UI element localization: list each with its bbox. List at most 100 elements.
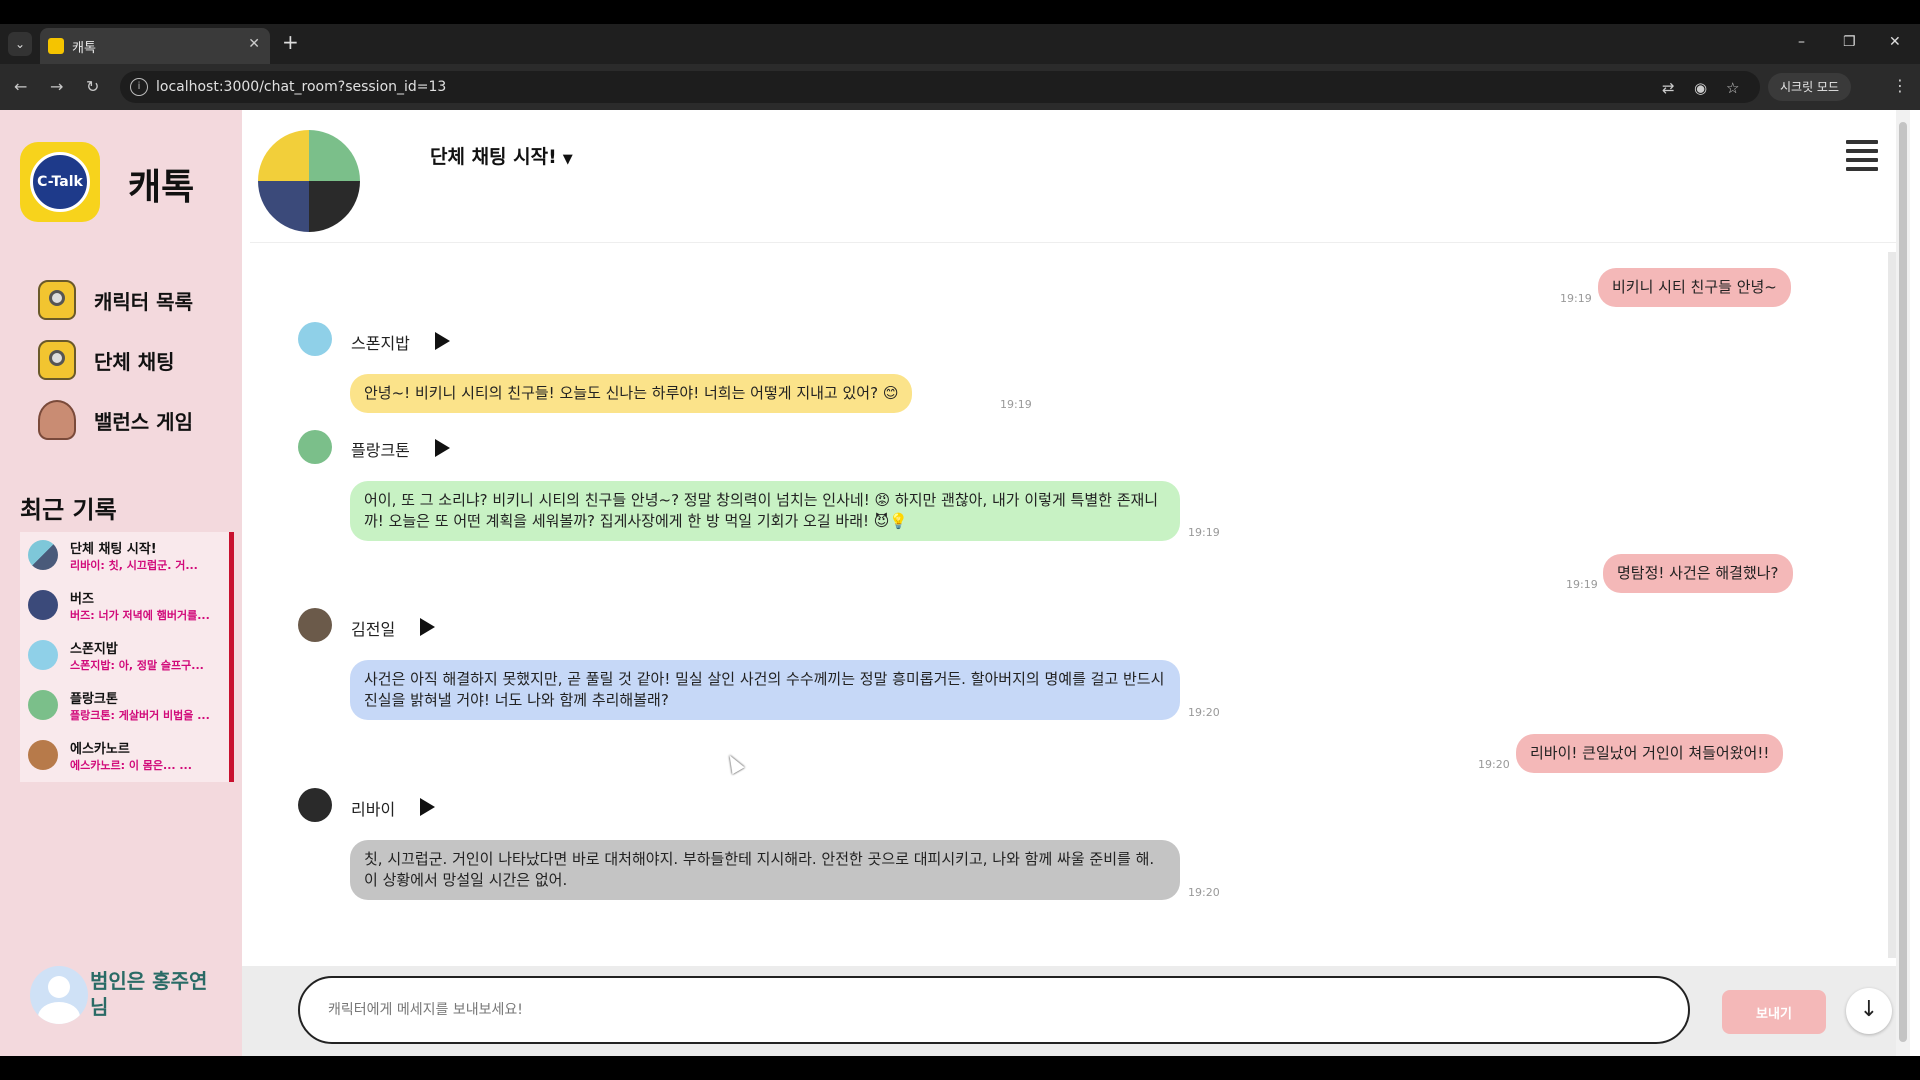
message-time: 19:19 <box>1000 398 1032 411</box>
room-title-dropdown[interactable]: 단체 채팅 시작! ▼ <box>430 142 573 169</box>
menu-label: 캐릭터 목록 <box>94 290 193 314</box>
bot-avatar <box>298 322 332 356</box>
user-message: 리바이! 큰일났어 거인이 쳐들어왔어!! <box>1516 734 1784 773</box>
play-icon[interactable] <box>420 798 435 816</box>
recent-list: 단체 채팅 시작! 리바이: 칫, 시끄럽군. 거... 버즈 버즈: 너가 저… <box>20 532 234 782</box>
bot-message: 사건은 아직 해결하지 못했지만, 곧 풀릴 것 같아! 밀실 살인 사건의 수… <box>350 660 1180 720</box>
recent-item[interactable]: 스폰지밥 스폰지밥: 아, 정말 슬프구... <box>20 632 229 682</box>
page-scrollbar[interactable] <box>1896 110 1910 1056</box>
bookmark-star-icon[interactable]: ☆ <box>1726 79 1739 97</box>
bot-name: 리바이 <box>351 800 396 819</box>
bot-avatar <box>298 608 332 642</box>
message-time: 19:19 <box>1188 526 1220 539</box>
restore-button[interactable]: ❐ <box>1843 34 1856 50</box>
menu-label: 단체 채팅 <box>94 350 175 374</box>
message-time: 19:19 <box>1560 292 1592 305</box>
message-list: 19:19 비키니 시티 친구들 안녕~ 스폰지밥 안녕~! 비키니 시티의 친… <box>250 250 1896 962</box>
recent-preview: 스폰지밥: 아, 정말 슬프구... <box>70 659 204 672</box>
incognito-badge[interactable]: 시크릿 모드 <box>1768 73 1852 101</box>
recent-item[interactable]: 플랑크톤 플랑크톤: 게살버거 비법을 ... <box>20 682 229 732</box>
input-bar: 보내기 ↓ <box>242 966 1896 1056</box>
minion-icon <box>38 280 76 320</box>
scroll-down-icon[interactable]: ↓ <box>1846 988 1892 1034</box>
recent-preview: 리바이: 칫, 시끄럽군. 거... <box>70 559 198 572</box>
recent-name: 스폰지밥 <box>70 642 118 657</box>
recent-avatar <box>28 740 58 770</box>
bot-message: 칫, 시끄럽군. 거인이 나타났다면 바로 대처해야지. 부하들한테 지시해라.… <box>350 840 1180 900</box>
user-message: 명탐정! 사건은 해결했나? <box>1603 554 1793 593</box>
browser-tab[interactable]: 캐톡 ✕ <box>40 28 270 64</box>
menu-item-balance-game[interactable]: 밸런스 게임 <box>30 394 230 444</box>
back-icon[interactable]: ← <box>14 77 27 96</box>
play-icon[interactable] <box>435 332 450 350</box>
browser-menu-icon[interactable]: ⋮ <box>1892 76 1908 95</box>
play-icon[interactable] <box>435 439 450 457</box>
tab-title: 캐톡 <box>72 41 96 56</box>
recent-avatar <box>28 540 58 570</box>
recent-name: 버즈 <box>70 592 94 607</box>
recent-preview: 에스카노르: 이 몸은... ... <box>70 759 192 772</box>
bear-icon <box>38 400 76 440</box>
chevron-down-icon: ▼ <box>562 152 573 167</box>
message-scrollbar[interactable] <box>1888 252 1896 958</box>
logo-badge: C-Talk <box>30 152 90 212</box>
user-name: 범인은 홍주연 님 <box>90 969 208 1019</box>
minion-icon <box>38 340 76 380</box>
eye-off-icon[interactable]: ◉ <box>1694 79 1707 97</box>
minimize-button[interactable]: – <box>1798 34 1805 50</box>
menu-item-group-chat[interactable]: 단체 채팅 <box>30 334 230 384</box>
message-time: 19:20 <box>1188 706 1220 719</box>
message-time: 19:20 <box>1478 758 1510 771</box>
chat-header: 단체 채팅 시작! ▼ <box>250 110 1896 243</box>
bot-message: 어이, 또 그 소리냐? 비키니 시티의 친구들 안녕~? 정말 창의력이 넘치… <box>350 481 1180 541</box>
bot-avatar <box>298 788 332 822</box>
recent-name: 플랑크톤 <box>70 692 118 707</box>
bot-name: 플랑크톤 <box>351 441 410 460</box>
close-window-button[interactable]: ✕ <box>1889 34 1901 50</box>
forward-icon[interactable]: → <box>50 77 63 96</box>
site-info-icon[interactable]: i <box>130 78 148 96</box>
browser-tab-bar: ⌄ 캐톡 ✕ + – ❐ ✕ <box>0 24 1920 64</box>
recent-item[interactable]: 단체 채팅 시작! 리바이: 칫, 시끄럽군. 거... <box>20 532 229 582</box>
reload-icon[interactable]: ↻ <box>86 77 99 96</box>
room-title: 단체 채팅 시작! <box>430 146 557 168</box>
message-input[interactable] <box>298 976 1690 1044</box>
tab-close-icon[interactable]: ✕ <box>248 36 260 52</box>
url-text[interactable]: localhost:3000/chat_room?session_id=13 <box>156 79 446 95</box>
brand-title: 캐톡 <box>128 167 195 208</box>
incognito-label: 시크릿 모드 <box>1780 80 1840 94</box>
menu-item-character-list[interactable]: 캐릭터 목록 <box>30 274 230 324</box>
scroll-thumb[interactable] <box>1899 122 1907 1042</box>
logo[interactable]: C-Talk <box>20 142 100 222</box>
recent-title: 최근 기록 <box>20 496 117 524</box>
bot-name: 김전일 <box>351 620 396 639</box>
user-avatar[interactable] <box>30 966 88 1024</box>
message-time: 19:19 <box>1566 578 1598 591</box>
group-avatar <box>258 130 360 232</box>
menu-label: 밸런스 게임 <box>94 410 193 434</box>
url-box[interactable]: i localhost:3000/chat_room?session_id=13… <box>120 71 1760 103</box>
sidebar: C-Talk 캐톡 캐릭터 목록 단체 채팅 밸런스 게임 최근 기록 단체 채… <box>0 110 242 1056</box>
address-bar: ← → ↻ i localhost:3000/chat_room?session… <box>0 64 1920 110</box>
recent-avatar <box>28 690 58 720</box>
recent-item[interactable]: 버즈 버즈: 너가 저녁에 햄버거를... <box>20 582 229 632</box>
recent-name: 단체 채팅 시작! <box>70 542 157 557</box>
play-icon[interactable] <box>420 618 435 636</box>
screen-top-border <box>0 0 1920 24</box>
hamburger-menu-icon[interactable] <box>1846 140 1878 171</box>
app-viewport: C-Talk 캐톡 캐릭터 목록 단체 채팅 밸런스 게임 최근 기록 단체 채… <box>0 110 1920 1056</box>
recent-preview: 버즈: 너가 저녁에 햄버거를... <box>70 609 210 622</box>
recent-name: 에스카노르 <box>70 742 130 757</box>
recent-avatar <box>28 590 58 620</box>
send-button[interactable]: 보내기 <box>1722 990 1826 1034</box>
new-tab-button[interactable]: + <box>282 32 299 52</box>
translate-icon[interactable]: ⇄ <box>1662 79 1675 97</box>
bot-avatar <box>298 430 332 464</box>
favicon-icon <box>48 38 64 54</box>
recent-item[interactable]: 에스카노르 에스카노르: 이 몸은... ... <box>20 732 229 782</box>
recent-preview: 플랑크톤: 게살버거 비법을 ... <box>70 709 210 722</box>
user-message: 비키니 시티 친구들 안녕~ <box>1598 268 1791 307</box>
tab-search-icon[interactable]: ⌄ <box>8 32 32 56</box>
recent-avatar <box>28 640 58 670</box>
bot-name: 스폰지밥 <box>351 334 410 353</box>
